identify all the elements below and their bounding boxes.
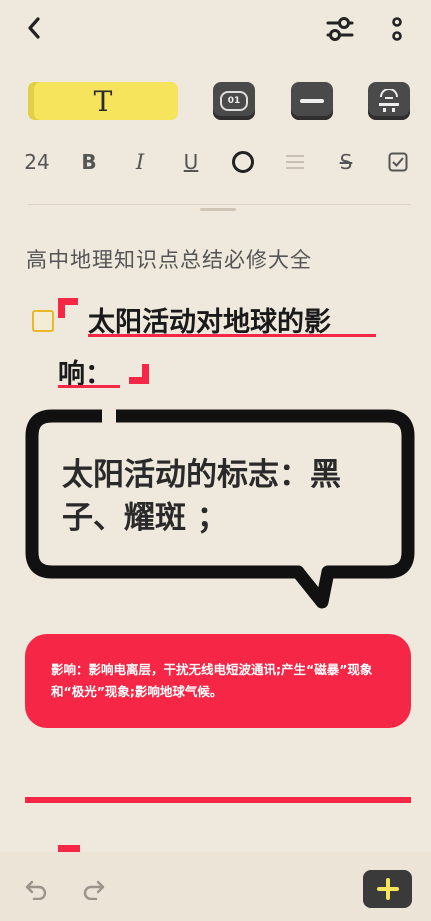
card-text: 影响：影响电离层，干扰无线电短波通讯;产生“磁暴”现象和“极光”现象;影响地球气… <box>51 662 373 699</box>
highlight-card[interactable]: 影响：影响电离层，干扰无线电短波通讯;产生“磁暴”现象和“极光”现象;影响地球气… <box>25 634 411 728</box>
circle-icon[interactable] <box>230 148 256 176</box>
stamp-tool-button[interactable] <box>368 82 410 120</box>
font-size-selector[interactable]: 24 <box>24 148 50 176</box>
divider-tool-button[interactable] <box>291 82 333 120</box>
counter-label: 01 <box>227 96 241 106</box>
bracket-open-mark <box>58 298 78 318</box>
underline-button[interactable]: U <box>180 148 202 176</box>
bold-button[interactable]: B <box>78 148 100 176</box>
plus-icon <box>376 878 399 900</box>
italic-button[interactable]: I <box>130 148 150 176</box>
more-icon[interactable] <box>386 14 408 44</box>
sliders-icon[interactable] <box>323 14 357 44</box>
back-icon[interactable] <box>20 14 48 42</box>
document-title[interactable]: 高中地理知识点总结必修大全 <box>26 244 312 274</box>
next-block-mark <box>58 845 80 852</box>
divider-icon <box>300 99 324 103</box>
checkbox-icon[interactable] <box>386 148 410 176</box>
align-icon[interactable] <box>283 148 307 176</box>
undo-icon[interactable] <box>22 876 50 902</box>
todo-checkbox[interactable] <box>32 310 54 332</box>
bubble-text[interactable]: 太阳活动的标志：黑子、耀斑 ； <box>62 454 382 540</box>
stamp-icon <box>379 89 399 112</box>
bracket-close-mark <box>129 364 149 384</box>
counter-tool-button[interactable]: 01 <box>213 82 255 120</box>
red-divider <box>25 797 411 803</box>
add-button[interactable] <box>363 870 412 908</box>
strikethrough-button[interactable]: S <box>334 148 358 176</box>
counter-icon: 01 <box>220 91 248 111</box>
redo-icon[interactable] <box>80 876 108 902</box>
heading-underline-1 <box>88 334 376 337</box>
text-tool-label: T <box>93 84 113 118</box>
toolbar-divider <box>28 204 411 205</box>
drag-handle[interactable] <box>200 208 236 211</box>
heading-underline-2 <box>58 385 120 388</box>
text-tool-button[interactable]: T <box>28 82 178 120</box>
